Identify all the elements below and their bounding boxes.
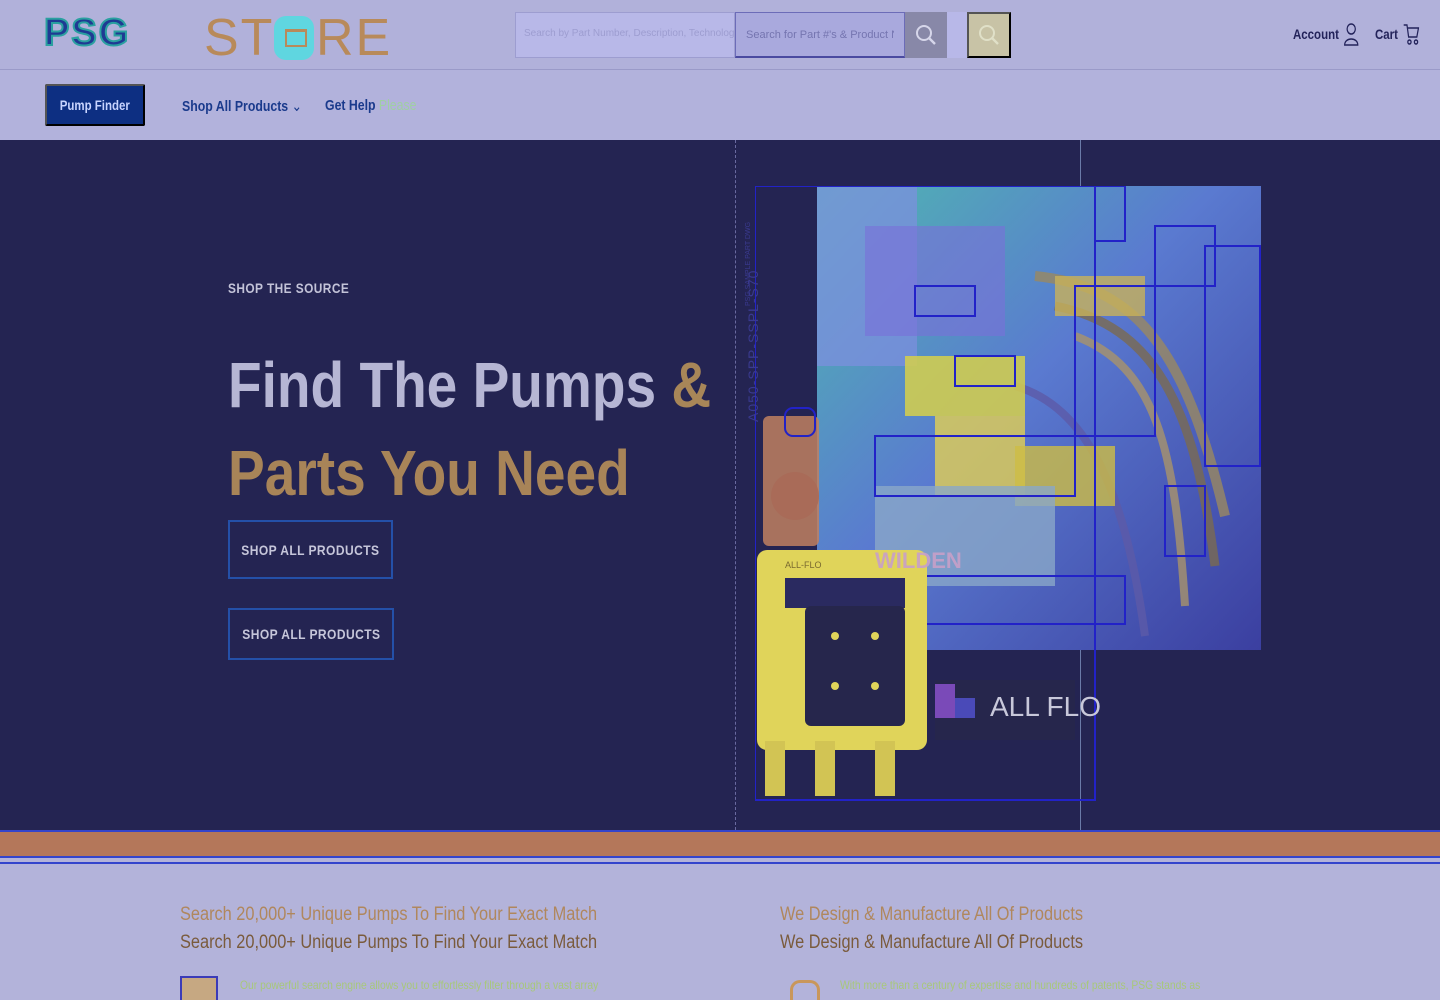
hero-title-line1: Find The Pumps &: [228, 348, 711, 422]
feature-search-body: Our powerful search engine allows you to…: [240, 978, 599, 992]
user-icon: [1344, 23, 1359, 46]
shop-all-products-label-secondary: SHOP ALL PRODUCTS: [241, 626, 381, 642]
search-button[interactable]: [905, 12, 947, 58]
logo-brand: PSG: [43, 11, 131, 55]
search-scope[interactable]: Search by Part Number, Description, Tech…: [515, 12, 735, 58]
hero-divider-dashed: [735, 140, 736, 830]
feature-design-title-ghost: We Design & Manufacture All Of Products: [780, 904, 1084, 925]
cart-link[interactable]: Cart: [1375, 22, 1420, 46]
psg-store-logo[interactable]: PSG STORE: [43, 9, 394, 67]
feature-design-title: We Design & Manufacture All Of Products: [780, 932, 1084, 953]
main-nav: Pump Finder Shop All Products ⌄ Get Help…: [0, 70, 1440, 140]
image-part-drawing-label: PSG SAMPLE PART DWG: [745, 221, 752, 306]
search-icon: [916, 25, 936, 45]
pump-illustration: ALL FLO ALL-FLO WILDEN: [754, 185, 1261, 801]
account-label: Account: [1293, 26, 1339, 42]
pump-finder-label: Pump Finder: [59, 97, 131, 113]
hero-title-line2: Parts You Need: [228, 437, 630, 509]
search-icon: [979, 25, 999, 45]
hero-product-image: ALL FLO ALL-FLO WILDEN A050-SPP-SSPL-S70…: [745, 185, 1261, 802]
feature-design-body: With more than a century of expertise an…: [840, 978, 1201, 992]
search-scope-hint: Search by Part Number, Description, Tech…: [524, 28, 734, 39]
brand-allflo: ALL FLO: [990, 691, 1101, 722]
hero-title-text: Find The Pumps: [228, 349, 657, 421]
cart-icon: [1403, 24, 1420, 45]
search-input[interactable]: [735, 12, 905, 58]
cart-label: Cart: [1375, 26, 1398, 42]
hero-eyebrow: SHOP THE SOURCE: [228, 280, 350, 296]
site-header: PSG STORE Search by Part Number, Descrip…: [0, 0, 1440, 70]
brand-wilden: WILDEN: [875, 548, 962, 573]
logo-cart-icon: [274, 16, 314, 60]
nav-get-help[interactable]: Get Help Please: [325, 97, 416, 114]
account-link[interactable]: Account: [1293, 22, 1359, 46]
shop-all-products-button[interactable]: SHOP ALL PRODUCTS: [228, 520, 393, 579]
design-feature-icon: [790, 980, 820, 1000]
nav-get-help-ghost: Please: [378, 97, 417, 114]
shop-all-products-button-secondary[interactable]: SHOP ALL PRODUCTS: [228, 608, 394, 660]
hero-title-amp: &: [671, 349, 712, 421]
accent-stripe: [0, 830, 1440, 858]
search-feature-icon: [180, 976, 218, 1000]
nav-shop-all-label: Shop All Products: [182, 98, 289, 115]
search-submit-button[interactable]: [967, 12, 1011, 58]
chevron-down-icon: ⌄: [291, 98, 302, 115]
feature-search-title: Search 20,000+ Unique Pumps To Find Your…: [180, 932, 598, 953]
brand-allflo-small: ALL-FLO: [785, 560, 822, 570]
search-bar: Search by Part Number, Description, Tech…: [515, 12, 1013, 58]
nav-shop-all-products[interactable]: Shop All Products ⌄: [182, 97, 302, 115]
search-gap: [947, 12, 967, 58]
hero-section: SHOP THE SOURCE Find The Pumps & Parts Y…: [0, 140, 1440, 830]
shop-all-products-label: SHOP ALL PRODUCTS: [241, 541, 380, 558]
pump-finder-button[interactable]: Pump Finder: [45, 84, 145, 126]
feature-search-title-ghost: Search 20,000+ Unique Pumps To Find Your…: [180, 904, 598, 925]
nav-get-help-label: Get Help: [325, 97, 376, 114]
